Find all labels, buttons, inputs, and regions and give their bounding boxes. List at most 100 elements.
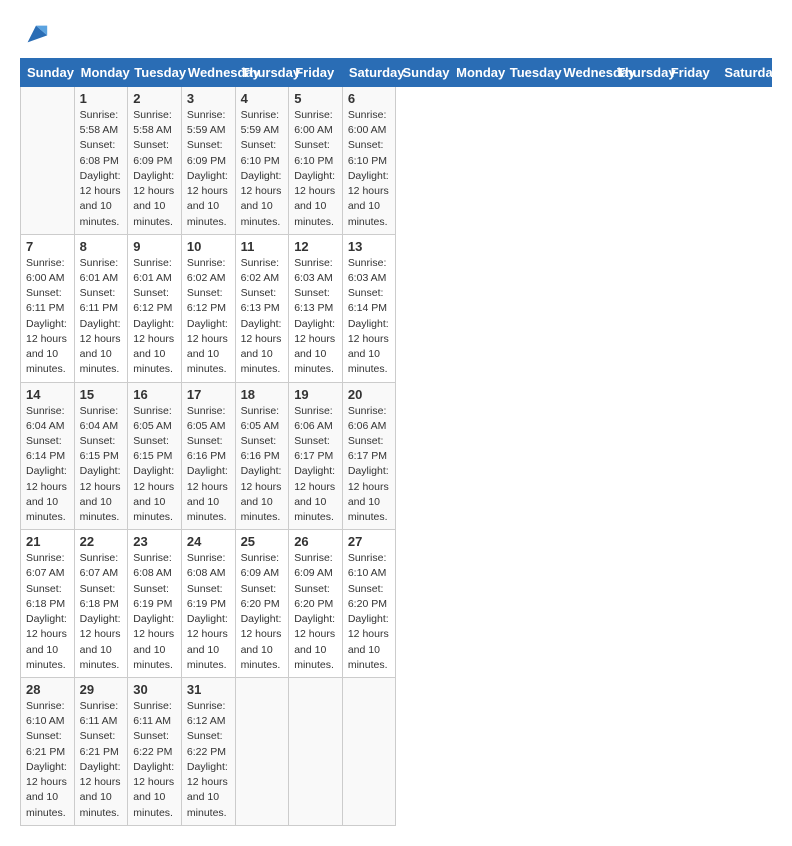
logo-icon bbox=[22, 20, 50, 48]
calendar-day-header: Saturday bbox=[718, 59, 772, 87]
calendar-cell: 26 Sunrise: 6:09 AMSunset: 6:20 PMDayligh… bbox=[289, 530, 343, 678]
calendar-day-header: Monday bbox=[74, 59, 128, 87]
calendar-cell: 27Sunrise: 6:10 AMSunset: 6:20 PMDayligh… bbox=[342, 530, 396, 678]
calendar-cell: 9 Sunrise: 6:01 AMSunset: 6:12 PMDaylight… bbox=[128, 234, 182, 382]
day-number: 9 bbox=[133, 239, 176, 254]
day-number: 10 bbox=[187, 239, 230, 254]
day-info: Sunrise: 6:10 AMSunset: 6:21 PMDaylight:… bbox=[26, 699, 69, 821]
day-info: Sunrise: 5:59 AMSunset: 6:09 PMDaylight:… bbox=[187, 108, 230, 230]
calendar-cell: 5 Sunrise: 6:00 AMSunset: 6:10 PMDaylight… bbox=[289, 87, 343, 235]
day-info: Sunrise: 6:06 AMSunset: 6:17 PMDaylight:… bbox=[348, 404, 391, 526]
calendar-cell: 17 Sunrise: 6:05 AMSunset: 6:16 PMDayligh… bbox=[181, 382, 235, 530]
calendar-cell: 29Sunrise: 6:11 AMSunset: 6:21 PMDayligh… bbox=[74, 678, 128, 826]
calendar-day-header: Wednesday bbox=[181, 59, 235, 87]
day-number: 15 bbox=[80, 387, 123, 402]
day-number: 30 bbox=[133, 682, 176, 697]
day-info: Sunrise: 6:05 AMSunset: 6:15 PMDaylight:… bbox=[133, 404, 176, 526]
logo bbox=[20, 20, 50, 48]
day-info: Sunrise: 5:59 AMSunset: 6:10 PMDaylight:… bbox=[241, 108, 284, 230]
day-number: 13 bbox=[348, 239, 391, 254]
day-info: Sunrise: 6:01 AMSunset: 6:12 PMDaylight:… bbox=[133, 256, 176, 378]
calendar-day-header: Saturday bbox=[342, 59, 396, 87]
day-number: 28 bbox=[26, 682, 69, 697]
calendar-cell: 21 Sunrise: 6:07 AMSunset: 6:18 PMDayligh… bbox=[21, 530, 75, 678]
calendar-cell bbox=[21, 87, 75, 235]
calendar-week-row: 28 Sunrise: 6:10 AMSunset: 6:21 PMDayligh… bbox=[21, 678, 772, 826]
calendar-week-row: 14Sunrise: 6:04 AMSunset: 6:14 PMDayligh… bbox=[21, 382, 772, 530]
calendar-cell: 4 Sunrise: 5:59 AMSunset: 6:10 PMDaylight… bbox=[235, 87, 289, 235]
day-number: 5 bbox=[294, 91, 337, 106]
calendar-cell: 19 Sunrise: 6:06 AMSunset: 6:17 PMDayligh… bbox=[289, 382, 343, 530]
day-info: Sunrise: 6:00 AMSunset: 6:10 PMDaylight:… bbox=[348, 108, 391, 230]
day-number: 31 bbox=[187, 682, 230, 697]
day-number: 24 bbox=[187, 534, 230, 549]
day-info: Sunrise: 6:07 AMSunset: 6:18 PMDaylight:… bbox=[26, 551, 69, 673]
day-number: 27 bbox=[348, 534, 391, 549]
calendar-day-header: Thursday bbox=[235, 59, 289, 87]
day-number: 2 bbox=[133, 91, 176, 106]
calendar-cell: 24Sunrise: 6:08 AMSunset: 6:19 PMDayligh… bbox=[181, 530, 235, 678]
calendar-cell: 1 Sunrise: 5:58 AMSunset: 6:08 PMDaylight… bbox=[74, 87, 128, 235]
calendar-cell: 28 Sunrise: 6:10 AMSunset: 6:21 PMDayligh… bbox=[21, 678, 75, 826]
calendar-day-header: Monday bbox=[450, 59, 504, 87]
day-number: 6 bbox=[348, 91, 391, 106]
day-info: Sunrise: 6:08 AMSunset: 6:19 PMDaylight:… bbox=[133, 551, 176, 673]
calendar-day-header: Tuesday bbox=[503, 59, 557, 87]
day-info: Sunrise: 6:02 AMSunset: 6:12 PMDaylight:… bbox=[187, 256, 230, 378]
day-info: Sunrise: 6:11 AMSunset: 6:22 PMDaylight:… bbox=[133, 699, 176, 821]
day-info: Sunrise: 6:09 AMSunset: 6:20 PMDaylight:… bbox=[241, 551, 284, 673]
calendar-cell: 30 Sunrise: 6:11 AMSunset: 6:22 PMDayligh… bbox=[128, 678, 182, 826]
calendar-cell: 15 Sunrise: 6:04 AMSunset: 6:15 PMDayligh… bbox=[74, 382, 128, 530]
calendar-cell bbox=[235, 678, 289, 826]
day-number: 18 bbox=[241, 387, 284, 402]
calendar-cell: 20 Sunrise: 6:06 AMSunset: 6:17 PMDayligh… bbox=[342, 382, 396, 530]
day-info: Sunrise: 6:11 AMSunset: 6:21 PMDaylight:… bbox=[80, 699, 123, 821]
day-info: Sunrise: 5:58 AMSunset: 6:08 PMDaylight:… bbox=[80, 108, 123, 230]
day-info: Sunrise: 6:03 AMSunset: 6:14 PMDaylight:… bbox=[348, 256, 391, 378]
day-number: 11 bbox=[241, 239, 284, 254]
calendar-header-row: SundayMondayTuesdayWednesdayThursdayFrid… bbox=[21, 59, 772, 87]
day-number: 17 bbox=[187, 387, 230, 402]
calendar-day-header: Tuesday bbox=[128, 59, 182, 87]
calendar-cell: 3Sunrise: 5:59 AMSunset: 6:09 PMDaylight… bbox=[181, 87, 235, 235]
day-number: 26 bbox=[294, 534, 337, 549]
day-number: 21 bbox=[26, 534, 69, 549]
calendar-week-row: 21 Sunrise: 6:07 AMSunset: 6:18 PMDayligh… bbox=[21, 530, 772, 678]
calendar-cell: 18 Sunrise: 6:05 AMSunset: 6:16 PMDayligh… bbox=[235, 382, 289, 530]
calendar-day-header: Thursday bbox=[611, 59, 665, 87]
page-header bbox=[20, 20, 772, 48]
day-number: 22 bbox=[80, 534, 123, 549]
calendar-cell: 2 Sunrise: 5:58 AMSunset: 6:09 PMDaylight… bbox=[128, 87, 182, 235]
calendar-week-row: 7 Sunrise: 6:00 AMSunset: 6:11 PMDaylight… bbox=[21, 234, 772, 382]
calendar-cell: 13 Sunrise: 6:03 AMSunset: 6:14 PMDayligh… bbox=[342, 234, 396, 382]
day-number: 14 bbox=[26, 387, 69, 402]
calendar-cell: 8Sunrise: 6:01 AMSunset: 6:11 PMDaylight… bbox=[74, 234, 128, 382]
calendar-table: SundayMondayTuesdayWednesdayThursdayFrid… bbox=[20, 58, 772, 826]
calendar-week-row: 1 Sunrise: 5:58 AMSunset: 6:08 PMDaylight… bbox=[21, 87, 772, 235]
day-info: Sunrise: 6:05 AMSunset: 6:16 PMDaylight:… bbox=[241, 404, 284, 526]
day-info: Sunrise: 6:04 AMSunset: 6:15 PMDaylight:… bbox=[80, 404, 123, 526]
calendar-day-header: Sunday bbox=[21, 59, 75, 87]
day-number: 4 bbox=[241, 91, 284, 106]
day-info: Sunrise: 6:05 AMSunset: 6:16 PMDaylight:… bbox=[187, 404, 230, 526]
day-number: 16 bbox=[133, 387, 176, 402]
calendar-cell: 11Sunrise: 6:02 AMSunset: 6:13 PMDayligh… bbox=[235, 234, 289, 382]
day-info: Sunrise: 5:58 AMSunset: 6:09 PMDaylight:… bbox=[133, 108, 176, 230]
day-number: 1 bbox=[80, 91, 123, 106]
day-info: Sunrise: 6:09 AMSunset: 6:20 PMDaylight:… bbox=[294, 551, 337, 673]
day-number: 20 bbox=[348, 387, 391, 402]
day-number: 23 bbox=[133, 534, 176, 549]
day-info: Sunrise: 6:06 AMSunset: 6:17 PMDaylight:… bbox=[294, 404, 337, 526]
calendar-day-header: Friday bbox=[664, 59, 718, 87]
day-number: 12 bbox=[294, 239, 337, 254]
day-number: 8 bbox=[80, 239, 123, 254]
day-number: 19 bbox=[294, 387, 337, 402]
day-number: 7 bbox=[26, 239, 69, 254]
calendar-day-header: Friday bbox=[289, 59, 343, 87]
day-number: 25 bbox=[241, 534, 284, 549]
day-info: Sunrise: 6:07 AMSunset: 6:18 PMDaylight:… bbox=[80, 551, 123, 673]
day-info: Sunrise: 6:00 AMSunset: 6:10 PMDaylight:… bbox=[294, 108, 337, 230]
calendar-cell: 16 Sunrise: 6:05 AMSunset: 6:15 PMDayligh… bbox=[128, 382, 182, 530]
calendar-day-header: Sunday bbox=[396, 59, 450, 87]
day-info: Sunrise: 6:00 AMSunset: 6:11 PMDaylight:… bbox=[26, 256, 69, 378]
